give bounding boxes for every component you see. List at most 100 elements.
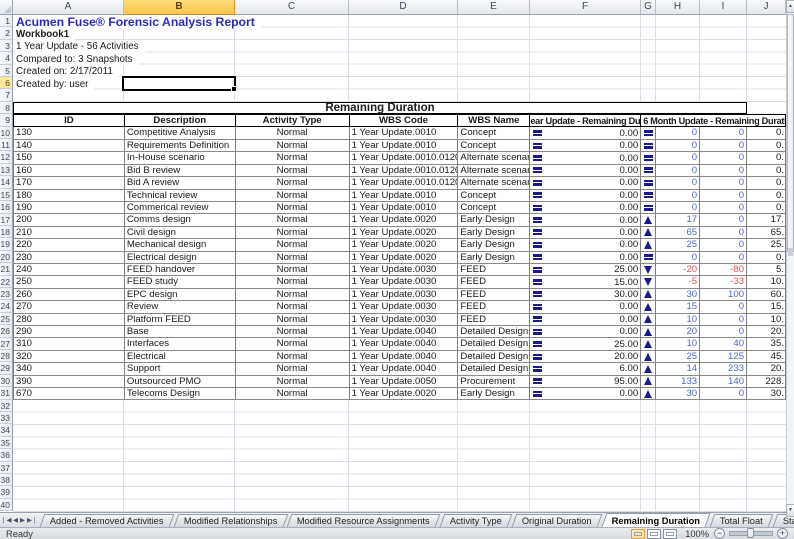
- cell-6mo-percent[interactable]: -33: [700, 276, 747, 288]
- cell-id[interactable]: 320: [14, 351, 125, 363]
- cell-description[interactable]: FEED study: [125, 276, 236, 288]
- cell-6mo-value[interactable]: 10.: [747, 276, 786, 288]
- row-header-35[interactable]: 35: [0, 437, 13, 449]
- cell-description[interactable]: Mechanical design: [125, 239, 236, 251]
- cell-activity-type[interactable]: Normal: [236, 239, 350, 251]
- row-header-12[interactable]: 12: [0, 151, 13, 163]
- cell-wbs-name[interactable]: FEED: [458, 314, 530, 326]
- cell-1yr-remaining[interactable]: 25.00: [530, 264, 641, 276]
- row-header-39[interactable]: 39: [0, 486, 13, 498]
- row-header-37[interactable]: 37: [0, 462, 13, 474]
- cell-6mo-trend[interactable]: [641, 140, 656, 152]
- row-header-32[interactable]: 32: [0, 400, 13, 412]
- cell-6mo-trend[interactable]: [641, 276, 656, 288]
- cell-6mo-value[interactable]: 17.: [747, 214, 786, 226]
- cell-6mo-percent[interactable]: 0: [700, 388, 747, 400]
- cell-6mo-trend[interactable]: [641, 227, 656, 239]
- cell-6mo-trend[interactable]: [641, 252, 656, 264]
- row-header-40[interactable]: 40: [0, 499, 13, 511]
- cell-1yr-remaining[interactable]: 0.00: [530, 202, 641, 214]
- cell-wbs-name[interactable]: Detailed Design: [458, 351, 530, 363]
- cell-wbs-name[interactable]: Concept: [458, 127, 530, 139]
- cell-description[interactable]: Bid A review: [125, 177, 236, 189]
- row-header-3[interactable]: 3: [0, 40, 13, 52]
- cell-wbs-name[interactable]: Concept: [458, 202, 530, 214]
- row-header-5[interactable]: 5: [0, 65, 13, 77]
- header-cell[interactable]: 6 Month Update - Remaining Duratio: [641, 114, 786, 127]
- cell-6mo-change[interactable]: 0: [656, 152, 700, 164]
- header-cell[interactable]: Activity Type: [236, 114, 350, 127]
- cell-description[interactable]: Competitive Analysis: [125, 127, 236, 139]
- cell-6mo-percent[interactable]: 0: [700, 326, 747, 338]
- cell-wbs-code[interactable]: 1 Year Update.0020: [350, 214, 459, 226]
- cell-activity-type[interactable]: Normal: [236, 140, 350, 152]
- cell-6mo-value[interactable]: 45.: [747, 351, 786, 363]
- cell-6mo-percent[interactable]: 0: [700, 301, 747, 313]
- cell-6mo-change[interactable]: 0: [656, 190, 700, 202]
- cell-activity-type[interactable]: Normal: [236, 264, 350, 276]
- vertical-scrollbar[interactable]: ▲ ▼: [786, 0, 794, 518]
- cell-6mo-change[interactable]: -20: [656, 264, 700, 276]
- column-header-j[interactable]: J: [747, 0, 786, 15]
- cell-wbs-name[interactable]: Detailed Design: [458, 326, 530, 338]
- cell-wbs-code[interactable]: 1 Year Update.0020: [350, 227, 459, 239]
- cell-6mo-percent[interactable]: 0: [700, 252, 747, 264]
- cell-activity-type[interactable]: Normal: [236, 190, 350, 202]
- cell-1yr-remaining[interactable]: 6.00: [530, 363, 641, 375]
- fill-handle[interactable]: [231, 86, 237, 92]
- cell-6mo-trend[interactable]: [641, 177, 656, 189]
- cell-6mo-change[interactable]: 133: [656, 376, 700, 388]
- cell-6mo-percent[interactable]: 0: [700, 190, 747, 202]
- cell-description[interactable]: Platform FEED: [125, 314, 236, 326]
- header-cell[interactable]: WBS Name: [458, 114, 530, 127]
- cell-6mo-change[interactable]: 15: [656, 301, 700, 313]
- cell-wbs-name[interactable]: Detailed Design: [458, 338, 530, 350]
- cell-description[interactable]: Bid B review: [125, 165, 236, 177]
- cell-1yr-remaining[interactable]: 0.00: [530, 140, 641, 152]
- next-sheet-icon[interactable]: ▶: [20, 515, 25, 526]
- cell-6mo-trend[interactable]: [641, 314, 656, 326]
- cell-6mo-trend[interactable]: [641, 376, 656, 388]
- column-header-g[interactable]: G: [641, 0, 656, 15]
- cell-6mo-value[interactable]: 0.: [747, 127, 786, 139]
- cell-wbs-name[interactable]: FEED: [458, 264, 530, 276]
- column-header-h[interactable]: H: [656, 0, 700, 15]
- row-header-4[interactable]: 4: [0, 52, 13, 64]
- column-header-c[interactable]: C: [235, 0, 349, 15]
- cell-1yr-remaining[interactable]: 0.00: [530, 227, 641, 239]
- cell-6mo-percent[interactable]: -80: [700, 264, 747, 276]
- cell-6mo-trend[interactable]: [641, 239, 656, 251]
- row-header-1[interactable]: 1: [0, 15, 13, 27]
- row-header-20[interactable]: 20: [0, 251, 13, 263]
- cell-6mo-change[interactable]: 0: [656, 252, 700, 264]
- row-header-21[interactable]: 21: [0, 263, 13, 275]
- row-header-2[interactable]: 2: [0, 27, 13, 39]
- cell-6mo-trend[interactable]: [641, 351, 656, 363]
- column-header-f[interactable]: F: [530, 0, 641, 15]
- cell-6mo-value[interactable]: 0.: [747, 152, 786, 164]
- cell-1yr-remaining[interactable]: 0.00: [530, 326, 641, 338]
- cell-wbs-name[interactable]: Alternate scenario: [458, 165, 530, 177]
- cell-wbs-name[interactable]: Concept: [458, 190, 530, 202]
- cell-wbs-name[interactable]: FEED: [458, 276, 530, 288]
- cell-wbs-name[interactable]: Early Design: [458, 214, 530, 226]
- cell-6mo-change[interactable]: 30: [656, 388, 700, 400]
- cell-6mo-trend[interactable]: [641, 338, 656, 350]
- cell-wbs-name[interactable]: Procurement: [458, 376, 530, 388]
- cell-1yr-remaining[interactable]: 0.00: [530, 165, 641, 177]
- cell-description[interactable]: Requirements Definition: [125, 140, 236, 152]
- cell-id[interactable]: 200: [14, 214, 125, 226]
- zoom-level[interactable]: 100%: [685, 529, 709, 539]
- cell-id[interactable]: 310: [14, 338, 125, 350]
- cell-6mo-percent[interactable]: 0: [700, 152, 747, 164]
- cell-1yr-remaining[interactable]: 0.00: [530, 152, 641, 164]
- cell-1yr-remaining[interactable]: 30.00: [530, 289, 641, 301]
- cell-wbs-code[interactable]: 1 Year Update.0050: [350, 376, 459, 388]
- cell-activity-type[interactable]: Normal: [236, 165, 350, 177]
- cell-id[interactable]: 270: [14, 301, 125, 313]
- cell-id[interactable]: 240: [14, 264, 125, 276]
- cell-6mo-value[interactable]: 65.: [747, 227, 786, 239]
- row-header-13[interactable]: 13: [0, 164, 13, 176]
- cell-description[interactable]: FEED handover: [125, 264, 236, 276]
- row-header-24[interactable]: 24: [0, 300, 13, 312]
